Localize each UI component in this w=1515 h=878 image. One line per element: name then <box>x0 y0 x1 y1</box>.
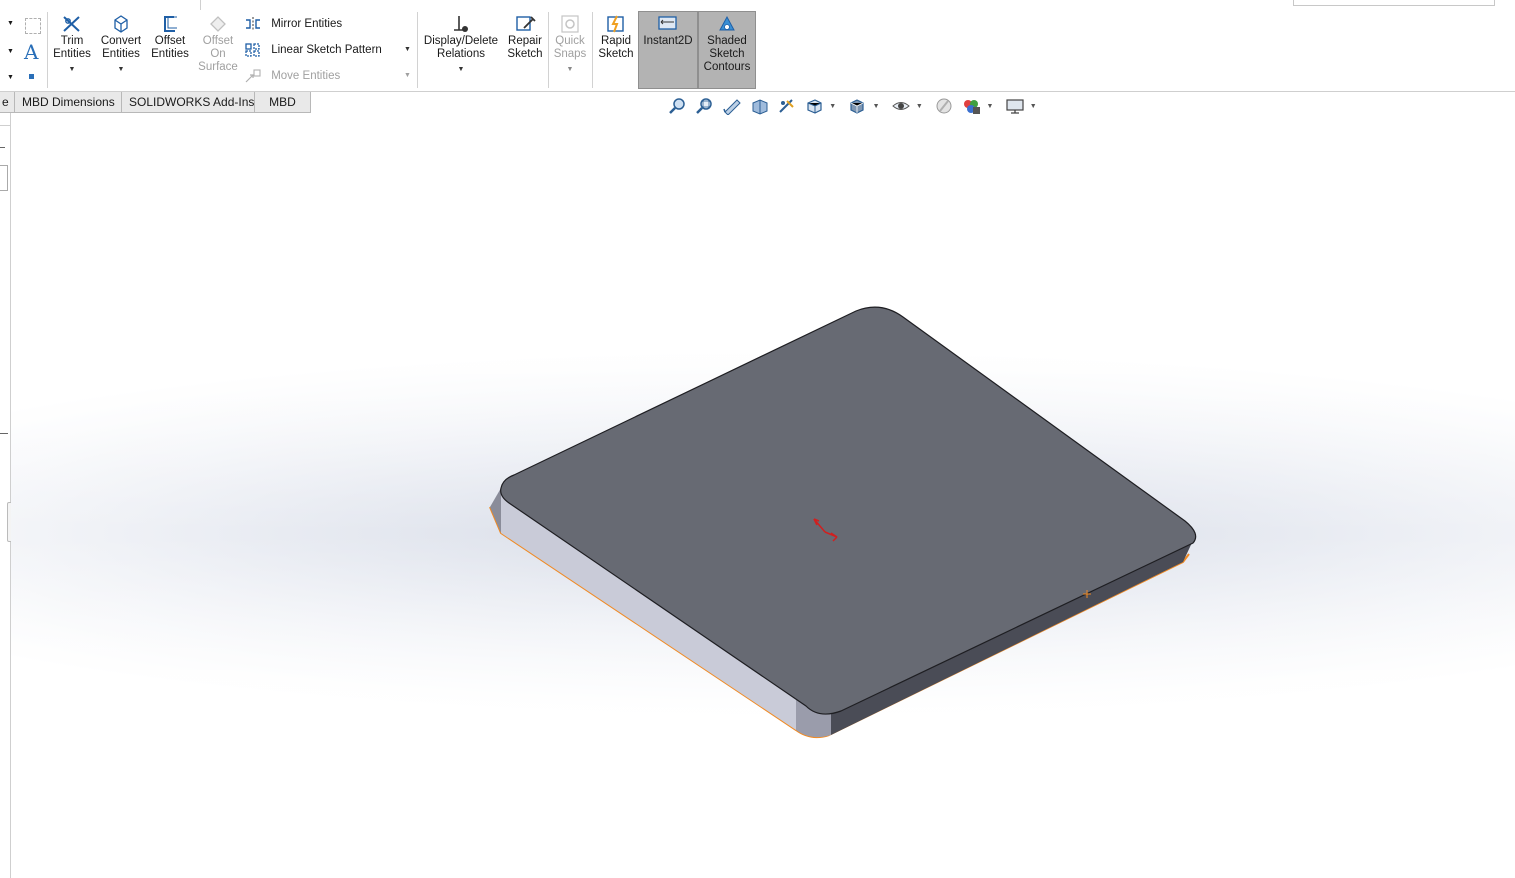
tab-mbd[interactable]: MBD <box>254 92 311 113</box>
repair-sketch-button[interactable]: Repair Sketch <box>504 12 546 61</box>
edit-appearance-icon[interactable] <box>934 97 954 115</box>
feature-manager-pane: ult <box>0 113 19 878</box>
offset-surface-icon <box>210 16 226 32</box>
dropdown-arrow-icon[interactable]: ▼ <box>7 74 14 81</box>
zoom-to-area-icon[interactable] <box>695 97 715 115</box>
convert-dropdown-icon[interactable]: ▼ <box>98 63 144 76</box>
dropdown-arrow-icon[interactable]: ▼ <box>7 20 14 27</box>
rapid-sketch-button[interactable]: Rapid Sketch <box>596 12 636 61</box>
offset-entities-button[interactable]: Offset Entities <box>148 12 192 61</box>
move-entities-button[interactable]: Move Entities <box>244 66 340 86</box>
mirror-entities-button[interactable]: Mirror Entities <box>244 14 342 34</box>
dynamic-annotation-icon[interactable] <box>777 97 797 115</box>
quick-snaps-button[interactable]: Quick Snaps ▼ <box>551 12 589 76</box>
linear-sketch-pattern-button[interactable]: Linear Sketch Pattern <box>244 40 382 60</box>
instant2d-icon <box>658 16 677 30</box>
hide-show-icon[interactable] <box>891 97 911 115</box>
title-divider <box>200 0 201 10</box>
ribbon-separator <box>548 12 549 88</box>
convert-entities-button[interactable]: Convert Entities ▼ <box>98 12 144 76</box>
part-model[interactable] <box>11 113 1515 878</box>
tab-mbd-dimensions[interactable]: MBD Dimensions <box>14 92 123 113</box>
linear-pattern-icon <box>245 43 260 57</box>
pane-divider <box>0 433 8 434</box>
trim-dropdown-icon[interactable]: ▼ <box>50 63 94 76</box>
shaded-contours-label: Shaded Sketch Contours <box>703 35 751 73</box>
pane-divider <box>0 147 5 148</box>
ribbon-separator <box>417 12 418 88</box>
quick-snaps-icon <box>561 15 579 33</box>
shaded-sketch-contours-button[interactable]: Shaded Sketch Contours <box>698 11 756 89</box>
view-settings-icon[interactable] <box>1005 97 1025 115</box>
point-icon[interactable] <box>29 74 34 79</box>
linear-pattern-dropdown-icon[interactable]: ▼ <box>404 46 411 53</box>
previous-view-icon[interactable] <box>722 97 742 116</box>
graphics-viewport[interactable] <box>11 113 1515 878</box>
search-input[interactable] <box>1293 0 1495 6</box>
display-style-icon[interactable] <box>847 97 867 115</box>
mirror-label: Mirror Entities <box>271 18 343 30</box>
display-style-dropdown-icon[interactable]: ▼ <box>873 103 880 110</box>
convert-label: Convert Entities <box>100 35 142 60</box>
move-label: Move Entities <box>271 70 341 82</box>
quick-snaps-dropdown-icon[interactable]: ▼ <box>551 63 589 76</box>
section-view-icon[interactable] <box>750 97 770 115</box>
offset-on-surface-button[interactable]: Offset On Surface <box>196 12 240 74</box>
hide-show-dropdown-icon[interactable]: ▼ <box>916 103 923 110</box>
heads-up-view-toolbar: ▼ ▼ ▼ ▼ ▼ <box>668 97 1045 117</box>
convert-icon <box>114 15 128 33</box>
trim-icon <box>63 16 80 32</box>
offset-label: Offset Entities <box>151 35 189 60</box>
instant2d-button[interactable]: Instant2D <box>638 11 698 89</box>
offset-icon <box>164 16 177 32</box>
shaded-contours-icon <box>719 15 735 31</box>
zoom-to-fit-icon[interactable] <box>668 97 688 115</box>
ribbon-separator <box>47 12 48 88</box>
ribbon-separator <box>592 12 593 88</box>
quick-snaps-label: Quick Snaps <box>553 35 587 60</box>
linear-pattern-label: Linear Sketch Pattern <box>271 44 382 56</box>
grid-icon <box>25 18 41 34</box>
repair-label: Repair Sketch <box>507 35 543 60</box>
repair-icon <box>516 16 536 31</box>
display-delete-relations-button[interactable]: Display/Delete Relations ▼ <box>421 12 501 76</box>
tab-solidworks-add-ins[interactable]: SOLIDWORKS Add-Ins <box>121 92 263 113</box>
pane-field[interactable] <box>0 165 8 191</box>
offset-surface-label: Offset On Surface <box>198 35 238 73</box>
relations-dropdown-icon[interactable]: ▼ <box>421 63 501 76</box>
pane-divider <box>0 125 10 126</box>
rapid-sketch-icon <box>607 15 624 33</box>
view-settings-dropdown-icon[interactable]: ▼ <box>1030 103 1037 110</box>
trim-entities-button[interactable]: Trim Entities ▼ <box>50 12 94 76</box>
relations-icon <box>454 16 468 32</box>
clipped-left-tools: ▼ A ▼ ▼ <box>0 14 46 86</box>
dropdown-arrow-icon[interactable]: ▼ <box>7 48 14 55</box>
move-icon <box>245 69 261 83</box>
part-top-face[interactable] <box>500 306 1197 715</box>
rapid-sketch-label: Rapid Sketch <box>598 35 634 60</box>
relations-label: Display/Delete Relations <box>423 35 499 60</box>
text-tool-icon[interactable]: A <box>24 40 38 64</box>
scene-icon[interactable] <box>961 97 981 115</box>
mirror-icon <box>246 16 260 31</box>
command-manager-ribbon: ▼ A ▼ ▼ Trim Entities ▼ Convert Entities… <box>0 10 1515 92</box>
instant2d-label: Instant2D <box>643 35 693 47</box>
part-back-left-face <box>490 488 501 533</box>
view-orientation-dropdown-icon[interactable]: ▼ <box>829 103 836 110</box>
move-dropdown-icon[interactable]: ▼ <box>404 72 411 79</box>
scene-dropdown-icon[interactable]: ▼ <box>986 103 993 110</box>
view-orientation-icon[interactable] <box>804 97 824 115</box>
trim-label: Trim Entities <box>53 35 91 60</box>
